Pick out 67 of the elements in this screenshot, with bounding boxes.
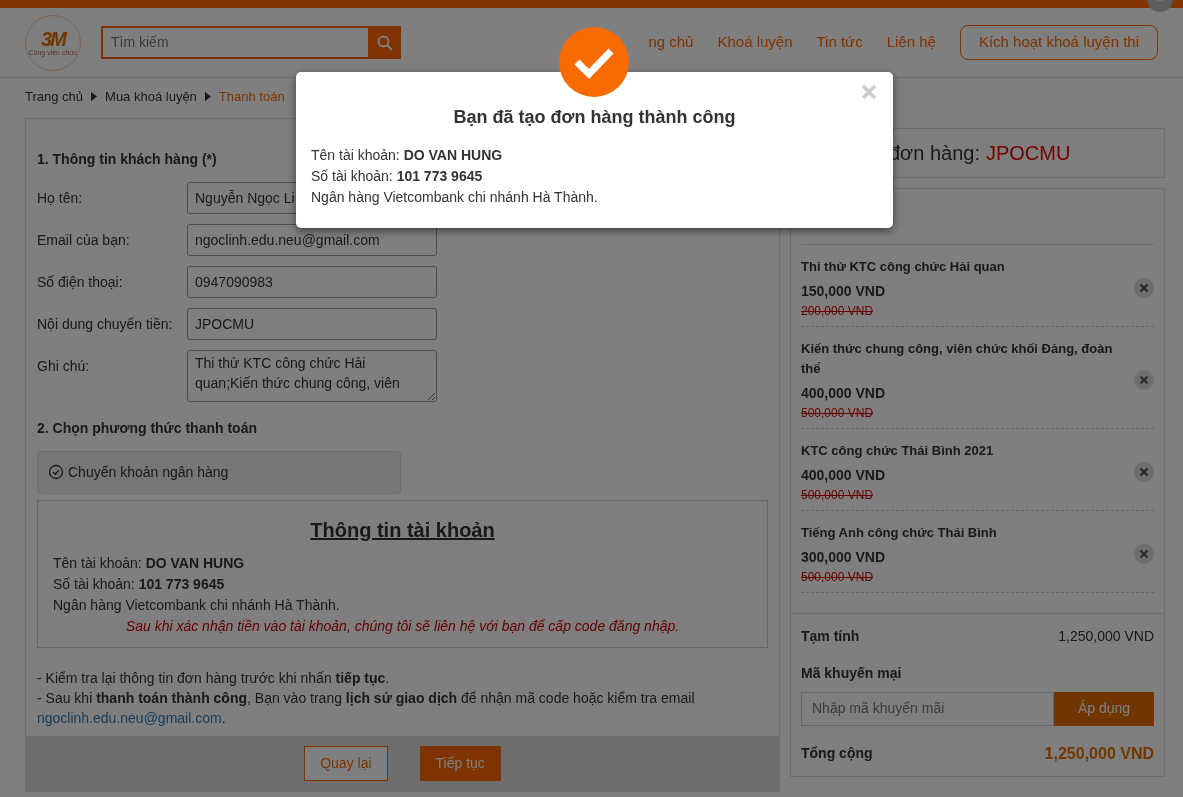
notes-field[interactable]: Thi thử KTC công chức Hải quan;Kiến thức chung công, viên [187,349,437,402]
remove-button[interactable] [1134,544,1154,564]
instruction-text: - Kiểm tra lại thông tin đơn hàng trước khi nhấn tiếp tục. [37,669,390,686]
course-name: Thi thử KTC công chức Hải quan [801,257,1006,276]
nav-link[interactable]: Tin tức [816,31,863,54]
original-price: 500,000 VND [801,404,875,422]
promo-code-field[interactable]: Nhập mã khuyến mãi [801,691,1054,726]
search-icon [376,34,393,51]
search-button[interactable] [368,26,401,59]
close-icon [1139,549,1149,559]
nav-link[interactable]: Khoá luyện [717,31,793,54]
section-title: 1. Thông tin khách hàng (*) [37,149,217,169]
course-name: KTC công chức Thái Bình 2021 [801,441,995,460]
course-price: 400,000 VND [801,383,887,403]
payment-method-option[interactable]: Chuyển khoản ngân hàng [37,450,401,494]
course-name: Kiến thức chung công, viên chức khối Đảng, đoàn thể [801,339,1114,378]
search-field[interactable]: Tìm kiếm [101,26,368,59]
original-price: 500,000 VND [801,486,875,504]
course-price: 400,000 VND [801,465,887,485]
check-circle-icon [48,464,64,480]
chevron-icon [204,92,211,102]
field-label: Ghi chú: [37,356,91,376]
original-price: 200,000 VND [801,302,875,320]
input-field[interactable]: 0947090983 [187,265,437,298]
close-icon [1139,375,1149,385]
apply-button[interactable]: Áp dụng [1054,691,1154,726]
notice-text: Sau khi xác nhận tiền vào tài khoản, chúng tôi sẽ liên hệ với bạn để cấp code đăng nhập. [124,616,681,636]
course-name: Tiếng Anh công chức Thái Bình [801,523,998,542]
total-label: Tổng cộng [801,744,873,763]
account-detail: Số tài khoản: 101 773 9645 [53,574,226,594]
original-price: 500,000 VND [801,568,875,586]
account-detail: Tên tài khoản: DO VAN HUNG [53,553,246,573]
nav-link[interactable]: ng chủ [648,31,694,54]
order-code: JPOCMU [985,140,1071,166]
continue-button[interactable]: Tiếp tục [419,745,501,781]
input-field[interactable]: JPOCMU [187,307,437,340]
subtotal-label: Tạm tính [801,626,860,646]
field-label: Số điện thoại: [37,272,124,292]
instruction-text: - Sau khi thanh toán thành công, Bạn vào trang lịch sử giao dịch để nhận mã code hoặc kiểm tra email [37,689,695,706]
remove-button[interactable] [1134,370,1154,390]
course-price: 150,000 VND [801,281,887,301]
back-button[interactable]: Quay lại [304,745,388,781]
promo-label: Mã khuyến mại [801,663,903,683]
total-value: 1,250,000 VND [1044,743,1154,764]
field-label: Nội dung chuyển tiền: [37,314,174,334]
course-price: 300,000 VND [801,547,887,567]
email-link[interactable]: ngoclinh.edu.neu@gmail.com [37,709,222,726]
section-title: 2. Chọn phương thức thanh toán [37,418,257,438]
subtotal-value: 1,250,000 VND [1058,626,1154,646]
chevron-icon [91,92,98,102]
punctuation: . [221,709,226,726]
nav-link[interactable]: Liên hệ [886,31,936,54]
remove-button[interactable] [1134,462,1154,482]
account-detail: Ngân hàng Vietcombank chi nhánh Hà Thành. [53,595,341,615]
remove-button[interactable] [1134,278,1154,298]
activate-course-button[interactable]: Kích hoạt khoá luyện thi [959,25,1158,60]
payment-method-label: Chuyển khoản ngân hàng [68,462,229,482]
account-info-title: Thông tin tài khoản [309,517,496,543]
field-label: Họ tên: [37,188,84,208]
dialog-title: Bạn đã tạo đơn hàng thành công [452,106,737,129]
dialog-detail: Tên tài khoản: DO VAN HUNG [311,146,504,165]
breadcrumb-link[interactable]: Mua khoá luyện [105,87,197,107]
field-label: Email của bạn: [37,230,131,250]
close-icon [1139,283,1149,293]
input-field[interactable]: ngoclinh.edu.neu@gmail.com [187,223,437,256]
breadcrumb-link[interactable]: Trang chủ [25,87,84,107]
close-icon [1139,467,1149,477]
